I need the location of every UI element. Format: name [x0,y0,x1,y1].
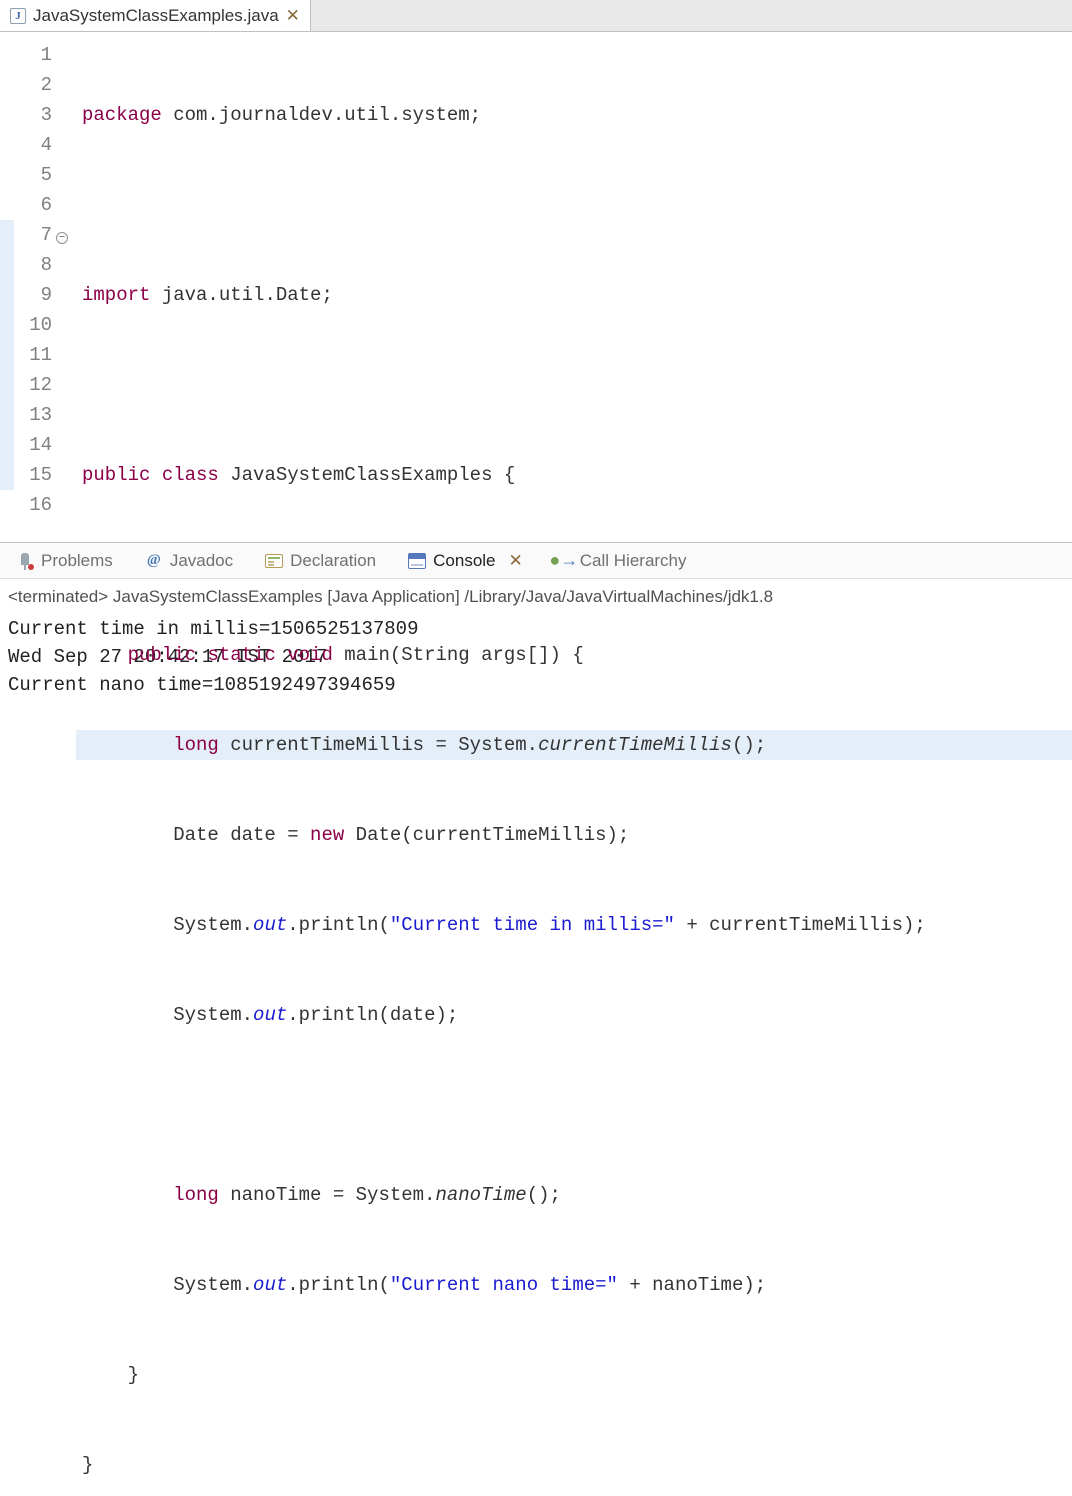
line-number: 13 [14,400,52,430]
line-number: 8 [14,250,52,280]
fold-column: − [56,40,76,542]
code-editor[interactable]: 1 2 3 4 5 6 7 8 9 10 11 12 13 14 15 16 −… [0,32,1072,543]
line-number: 10 [14,310,52,340]
close-icon[interactable]: ✕ [286,6,300,26]
line-number: 4 [14,130,52,160]
line-number: 5 [14,160,52,190]
line-number: 1 [14,40,52,70]
line-number: 11 [14,340,52,370]
line-number: 9 [14,280,52,310]
java-file-icon: J [10,8,26,24]
line-number: 12 [14,370,52,400]
fold-toggle-icon[interactable]: − [56,232,68,244]
tab-filename: JavaSystemClassExamples.java [33,6,279,26]
line-number: 15 [14,460,52,490]
line-number: 14 [14,430,52,460]
line-number: 7 [14,220,52,250]
line-numbers: 1 2 3 4 5 6 7 8 9 10 11 12 13 14 15 16 [14,40,56,542]
line-number: 3 [14,100,52,130]
problems-icon [16,552,34,570]
code-area[interactable]: package com.journaldev.util.system; impo… [76,32,1072,542]
marker-column [0,40,14,542]
editor-tab-bar: J JavaSystemClassExamples.java ✕ [0,0,1072,32]
editor-tab[interactable]: J JavaSystemClassExamples.java ✕ [0,0,311,31]
declaration-icon [265,552,283,570]
line-number: 6 [14,190,52,220]
line-number: 2 [14,70,52,100]
line-number: 16 [14,490,52,520]
console-icon [408,552,426,570]
editor-gutter: 1 2 3 4 5 6 7 8 9 10 11 12 13 14 15 16 − [0,32,76,542]
